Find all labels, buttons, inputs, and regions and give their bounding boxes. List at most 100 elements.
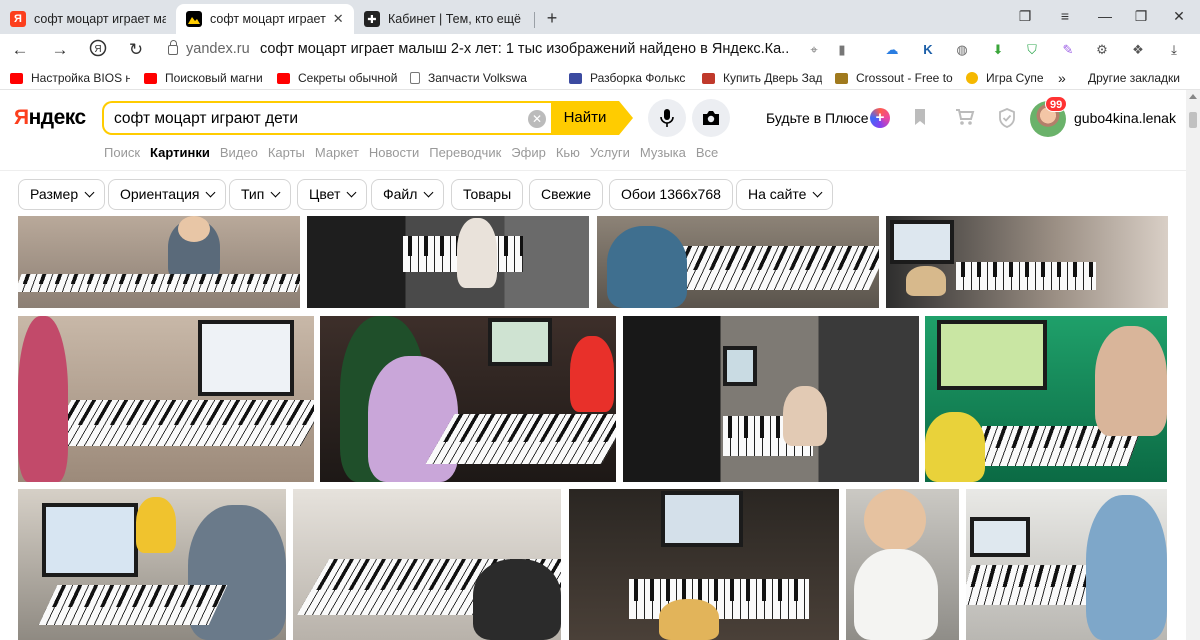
new-tab-button[interactable]: + (541, 8, 563, 30)
clear-icon[interactable]: ✕ (528, 110, 546, 128)
service-news[interactable]: Новости (369, 145, 419, 161)
chevron-down-icon (84, 187, 95, 198)
browser-tab-active[interactable]: софт моцарт играет малыш ✕ (176, 4, 354, 34)
image-thumbnail[interactable] (886, 216, 1168, 308)
filter-color[interactable]: Цвет (297, 179, 368, 210)
filter-fresh[interactable]: Свежие (529, 179, 603, 210)
image-thumbnail[interactable] (320, 316, 616, 482)
cloud-icon[interactable]: ☁ (882, 40, 902, 60)
plus-promo[interactable]: Будьте в Плюсе (766, 110, 869, 126)
game-icon (966, 72, 978, 84)
minimize-icon[interactable]: — (1092, 6, 1118, 26)
yandex-icon: Я (10, 11, 26, 27)
monitor-shape (890, 220, 954, 264)
service-search[interactable]: Поиск (104, 145, 140, 161)
service-efir[interactable]: Эфир (511, 145, 546, 161)
yandex-home-icon[interactable]: Я (86, 39, 110, 61)
image-thumbnail[interactable] (18, 316, 314, 482)
url-page-title[interactable]: софт моцарт играет малыш 2-х лет: 1 тыс … (260, 41, 790, 57)
service-market[interactable]: Маркет (315, 145, 359, 161)
logo-text: ндекс (28, 106, 87, 129)
image-thumbnail[interactable] (623, 316, 919, 482)
reload-icon[interactable]: ↻ (124, 39, 148, 61)
filter-file[interactable]: Файл (371, 179, 445, 210)
image-thumbnail[interactable] (293, 489, 561, 640)
bookmark-item[interactable]: Секреты обычной (277, 70, 397, 86)
close-window-icon[interactable]: ✕ (1166, 6, 1192, 26)
shield-check-icon[interactable] (996, 108, 1018, 130)
service-translate[interactable]: Переводчик (429, 145, 501, 161)
settings-icon[interactable]: ⚙ (1092, 40, 1112, 60)
filter-orientation[interactable]: Ориентация (108, 179, 227, 210)
bookmark-item[interactable]: Купить Дверь Зад (702, 70, 822, 86)
back-icon[interactable]: ← (8, 39, 32, 61)
pen-icon[interactable]: ✎ (1058, 40, 1078, 60)
service-images[interactable]: Картинки (150, 145, 210, 161)
service-video[interactable]: Видео (220, 145, 258, 161)
service-uslugi[interactable]: Услуги (590, 145, 630, 161)
bookmark-label: Купить Дверь Зад (723, 71, 822, 85)
bookmark-item[interactable]: Разборка Фолькс (569, 70, 689, 86)
notification-badge[interactable]: 99 (1045, 96, 1068, 112)
bookmark-item[interactable]: Запчасти Volkswa (410, 70, 556, 86)
filter-label: Товары (463, 186, 512, 202)
plus-icon[interactable] (870, 108, 890, 128)
site-icon (702, 72, 715, 84)
bookmark-item[interactable]: Настройка BIOS н (10, 70, 130, 86)
service-music[interactable]: Музыка (640, 145, 686, 161)
tabs-overview-icon[interactable]: ❐ (1012, 6, 1038, 26)
service-all[interactable]: Все (696, 145, 718, 161)
collections-icon[interactable] (910, 108, 932, 130)
translate-icon[interactable]: ⌖ (804, 40, 824, 60)
shield-icon[interactable]: ⛉ (1022, 40, 1042, 60)
browser-tab[interactable]: Я софт моцарт играет малыш (0, 4, 176, 34)
download-arrow-icon[interactable]: ⬇ (988, 40, 1008, 60)
service-maps[interactable]: Карты (268, 145, 305, 161)
k-extension-icon[interactable]: K (918, 40, 938, 60)
more-bookmarks-icon[interactable]: » (1058, 70, 1072, 86)
close-tab-icon[interactable]: ✕ (332, 11, 344, 27)
image-thumbnail[interactable] (925, 316, 1167, 482)
filter-size[interactable]: Размер (18, 179, 106, 210)
image-thumbnail[interactable] (18, 489, 286, 640)
search-input[interactable]: софт моцарт играют дети ✕ (102, 101, 554, 135)
downloads-icon[interactable]: ⤓ (1164, 40, 1184, 60)
image-thumbnail[interactable] (569, 489, 839, 640)
filter-wallpaper[interactable]: Обои 1366x768 (609, 179, 733, 210)
search-button-arrow[interactable] (619, 101, 633, 135)
scrollbar[interactable] (1186, 90, 1200, 640)
image-thumbnail[interactable] (846, 489, 959, 640)
filter-on-site[interactable]: На сайте (736, 179, 834, 210)
bookmark-label: Разборка Фолькс (590, 71, 686, 85)
image-thumbnail[interactable] (597, 216, 879, 308)
yandex-logo[interactable]: Яндекс (14, 106, 86, 130)
bookmark-item[interactable]: Crossout - Free to (835, 70, 957, 86)
restore-icon[interactable]: ❐ (1128, 6, 1154, 26)
globe-icon[interactable]: ◍ (952, 40, 972, 60)
scroll-thumb[interactable] (1189, 112, 1197, 128)
url-domain[interactable]: yandex.ru (186, 41, 250, 57)
search-button[interactable]: Найти (551, 101, 619, 135)
other-bookmarks[interactable]: Другие закладки (1088, 70, 1198, 86)
photo-detail (178, 216, 210, 242)
image-search-button[interactable] (692, 99, 730, 137)
bookmark-item[interactable]: Поисковый магни (144, 70, 262, 86)
image-thumbnail[interactable] (307, 216, 589, 308)
forward-icon[interactable]: → (48, 39, 72, 61)
filter-goods[interactable]: Товары (451, 179, 524, 210)
filter-type[interactable]: Тип (229, 179, 292, 210)
browser-tab[interactable]: ✚ Кабинет | Тем, кто ещё бо (354, 4, 534, 34)
cart-icon[interactable] (954, 108, 976, 130)
image-thumbnail[interactable] (18, 216, 300, 308)
logo-letter: Я (14, 106, 29, 129)
search-query[interactable]: софт моцарт играют дети (114, 110, 298, 128)
extensions-icon[interactable]: ❖ (1128, 40, 1148, 60)
voice-search-button[interactable] (648, 99, 686, 137)
scroll-up-icon[interactable] (1189, 94, 1197, 99)
image-thumbnail[interactable] (966, 489, 1167, 640)
service-q[interactable]: Кью (556, 145, 580, 161)
bookmark-item[interactable]: Игра Супе (966, 70, 1046, 86)
menu-icon[interactable]: ≡ (1052, 6, 1078, 26)
bookmark-icon[interactable]: ▮ (832, 40, 852, 60)
username[interactable]: gubo4kina.lenak (1074, 110, 1176, 126)
